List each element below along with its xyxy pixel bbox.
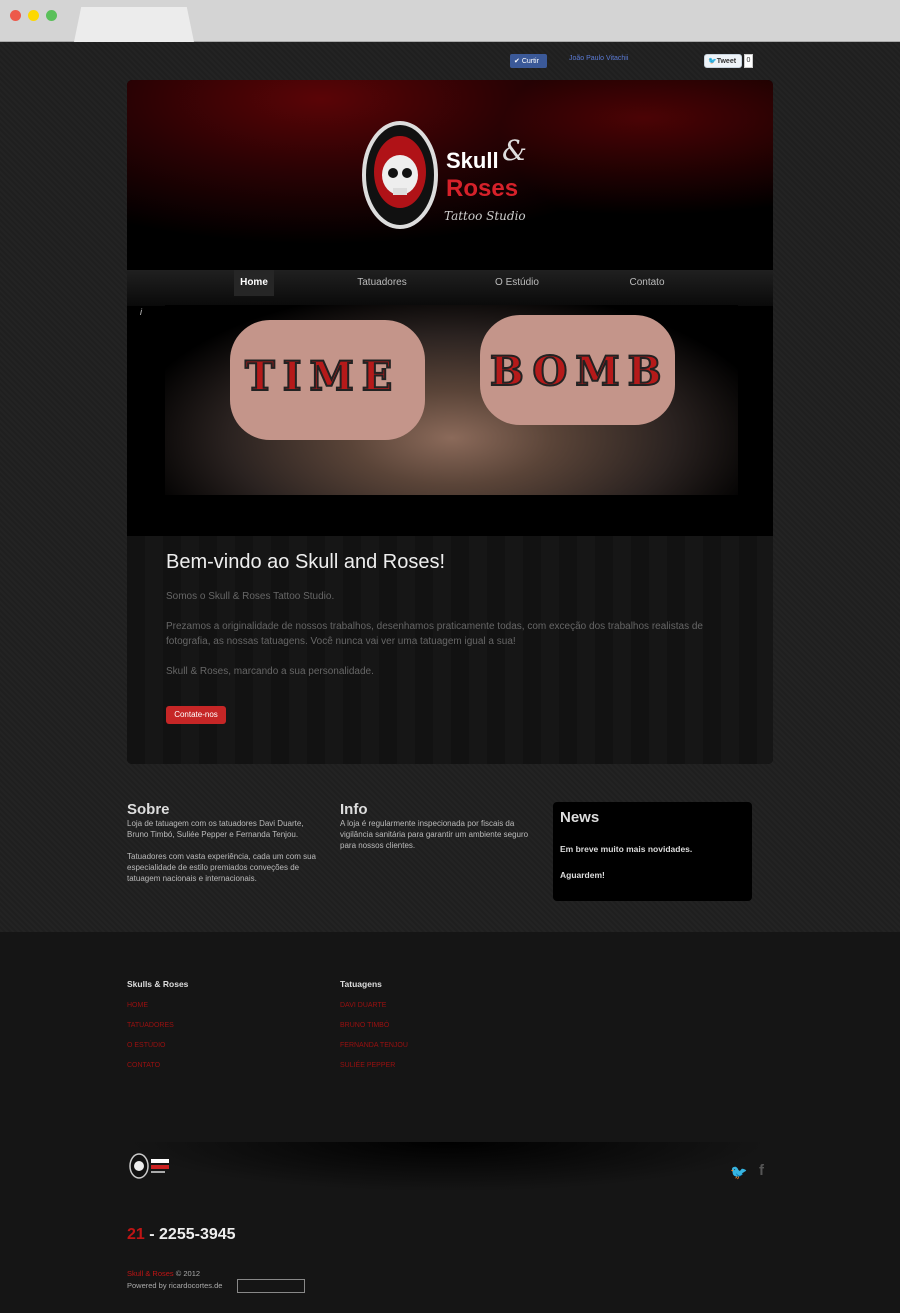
skull-logo-icon: Skull & Roses Tattoo Studio — [362, 121, 527, 229]
welcome-paragraph-2: Prezamos a originalidade de nossos traba… — [166, 621, 703, 647]
nav-home[interactable]: Home — [234, 270, 274, 296]
facebook-user-link[interactable]: João Paulo Vitachii — [569, 55, 628, 69]
footer-link-tatuadores[interactable]: TATUADORES — [127, 1022, 174, 1029]
info-title: Info — [340, 801, 368, 818]
powered-by[interactable]: Powered by ricardocortes.de — [127, 1281, 222, 1290]
copyright: Skull & Roses © 2012 — [127, 1269, 200, 1278]
welcome-paragraph-1: Somos o Skull & Roses Tattoo Studio. — [166, 591, 335, 602]
site-logo[interactable]: Skull & Roses Tattoo Studio — [360, 120, 540, 235]
nav-o-estudio[interactable]: O Estúdio — [482, 270, 552, 296]
maximize-window-icon[interactable] — [46, 10, 57, 21]
news-title: News — [560, 809, 600, 826]
contact-button[interactable]: Contate-nos — [166, 706, 226, 724]
nav-tatuadores[interactable]: Tatuadores — [347, 270, 417, 296]
main-nav: Home Tatuadores O Estúdio Contato — [127, 270, 773, 306]
footer-link-davi[interactable]: DAVI DUARTE — [340, 1002, 386, 1009]
tweet-button[interactable]: 🐦Tweet — [704, 54, 742, 68]
main-panel: Skull & Roses Tattoo Studio Home Tatuado… — [127, 80, 773, 764]
knuckle-tattoo-image: TIME BOMB — [230, 315, 675, 440]
footer-link-fernanda[interactable]: FERNANDA TENJOU — [340, 1042, 408, 1049]
footer-logo[interactable] — [128, 1152, 178, 1180]
browser-tab[interactable] — [74, 7, 194, 42]
news-paragraph-1: Em breve muito mais novidades. — [560, 844, 693, 854]
facebook-like-button[interactable]: ✔ Curtir — [510, 54, 547, 68]
sobre-title: Sobre — [127, 801, 170, 818]
phone-area-code: 21 — [127, 1226, 145, 1243]
footer-divider — [128, 1142, 768, 1192]
close-window-icon[interactable] — [10, 10, 21, 21]
footer: Skulls & Roses HOME TATUADORES O ESTÚDIO… — [0, 932, 900, 1313]
browser-chrome — [0, 0, 900, 42]
svg-text:BOMB: BOMB — [490, 348, 669, 395]
welcome-paragraph-3: Skull & Roses, marcando a sua personalid… — [166, 666, 374, 677]
footer-link-bruno[interactable]: BRUNO TIMBÓ — [340, 1022, 389, 1029]
footer-link-estudio[interactable]: O ESTÚDIO — [127, 1042, 166, 1049]
info-column: Info A loja é regularmente inspecionada … — [340, 801, 535, 851]
hero-slide-image: TIME BOMB — [165, 305, 738, 495]
svg-text:Roses: Roses — [446, 175, 518, 202]
tweet-count: 0 — [744, 54, 753, 68]
footer-col2-title: Tatuagens — [340, 979, 382, 989]
news-box: News Em breve muito mais novidades. Agua… — [553, 802, 752, 901]
sobre-column: Sobre Loja de tatuagem com os tatuadores… — [127, 801, 322, 884]
slide-info-icon[interactable]: i — [140, 307, 142, 317]
welcome-section: Bem-vindo ao Skull and Roses! Somos o Sk… — [127, 536, 773, 764]
like-label: Curtir — [521, 58, 539, 65]
footer-col1-title: Skulls & Roses — [127, 979, 189, 989]
phone-number: 21 - 2255-3945 — [127, 1226, 236, 1244]
sobre-paragraph-1: Loja de tatuagem com os tatuadores Davi … — [127, 819, 304, 839]
footer-link-suliee[interactable]: SULIÉE PEPPER — [340, 1062, 395, 1069]
tweet-label: Tweet — [716, 58, 737, 65]
footer-logo-icon — [129, 1153, 169, 1179]
copyright-link[interactable]: Skull & Roses — [127, 1269, 174, 1278]
svg-text:&: & — [502, 134, 527, 167]
twitter-bird-icon: 🐦 — [708, 58, 717, 65]
copyright-year: © 2012 — [175, 1269, 201, 1278]
news-paragraph-2: Aguardem! — [560, 870, 605, 880]
broken-image-placeholder — [237, 1279, 305, 1293]
header-banner: Skull & Roses Tattoo Studio — [127, 80, 773, 270]
phone-rest: - 2255-3945 — [149, 1226, 236, 1243]
info-paragraph: A loja é regularmente inspecionada por f… — [340, 819, 529, 850]
page: ✔ Curtir João Paulo Vitachii 🐦Tweet 0 Sk… — [0, 42, 900, 1313]
minimize-window-icon[interactable] — [28, 10, 39, 21]
footer-link-contato[interactable]: CONTATO — [127, 1062, 160, 1069]
svg-text:TIME: TIME — [245, 353, 400, 400]
sobre-paragraph-2: Tatuadores com vasta experiência, cada u… — [127, 852, 316, 883]
footer-link-home[interactable]: HOME — [127, 1002, 148, 1009]
svg-text:Tattoo Studio: Tattoo Studio — [444, 209, 526, 223]
facebook-icon[interactable]: f — [759, 1162, 764, 1179]
svg-text:Skull: Skull — [446, 148, 499, 173]
twitter-icon[interactable]: 🐦 — [730, 1164, 747, 1181]
welcome-title: Bem-vindo ao Skull and Roses! — [166, 551, 446, 573]
nav-contato[interactable]: Contato — [612, 270, 682, 296]
